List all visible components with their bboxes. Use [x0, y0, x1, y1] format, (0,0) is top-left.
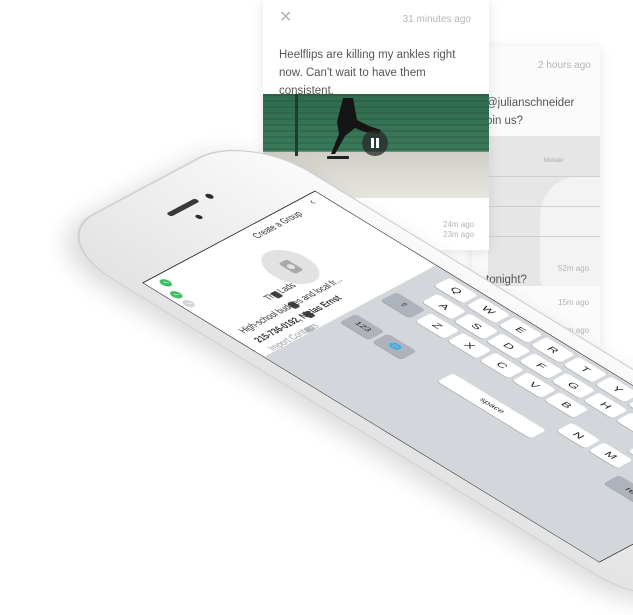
check-icon: ✓	[157, 277, 175, 288]
speaker-grille	[166, 198, 200, 217]
map-road	[488, 176, 600, 177]
map-label: Mukalo	[544, 158, 564, 164]
timestamp: 52m ago	[558, 264, 590, 273]
numbers-key[interactable]: 123	[340, 313, 385, 340]
timestamp: 23m ago	[443, 230, 475, 239]
close-icon[interactable]: ✕	[279, 10, 292, 26]
timestamp: 24m ago	[443, 220, 475, 229]
timestamp: 31 minutes ago	[402, 14, 471, 25]
post-text: @julianschneider oin us?	[486, 94, 574, 130]
timestamp: 2 hours ago	[538, 60, 591, 71]
shift-key[interactable]: ⇧	[380, 292, 426, 319]
chevron-left-icon[interactable]: ‹	[303, 197, 319, 207]
key-n[interactable]: N	[556, 422, 601, 449]
return-key[interactable]: return	[603, 475, 633, 517]
globe-icon[interactable]: 🌐	[372, 333, 417, 360]
pause-icon[interactable]	[362, 130, 388, 156]
check-icon: ✓	[167, 289, 185, 300]
camera-icon	[203, 192, 216, 200]
post-text: Heelflips are killing my ankles right no…	[279, 49, 456, 97]
page-title: Create a Group	[249, 209, 306, 241]
post-text-line: @julianschneider	[486, 97, 575, 109]
key-j[interactable]: J	[615, 412, 633, 439]
camera-icon	[278, 259, 304, 275]
sensor	[193, 214, 205, 220]
map-road	[488, 206, 600, 207]
map-road	[488, 236, 600, 237]
key-m[interactable]: M	[588, 442, 633, 469]
key-k[interactable]: K	[627, 442, 633, 469]
timestamp: 15m ago	[558, 298, 590, 307]
check-icon: ✓	[179, 298, 198, 309]
post-text-line: oin us?	[486, 115, 524, 127]
